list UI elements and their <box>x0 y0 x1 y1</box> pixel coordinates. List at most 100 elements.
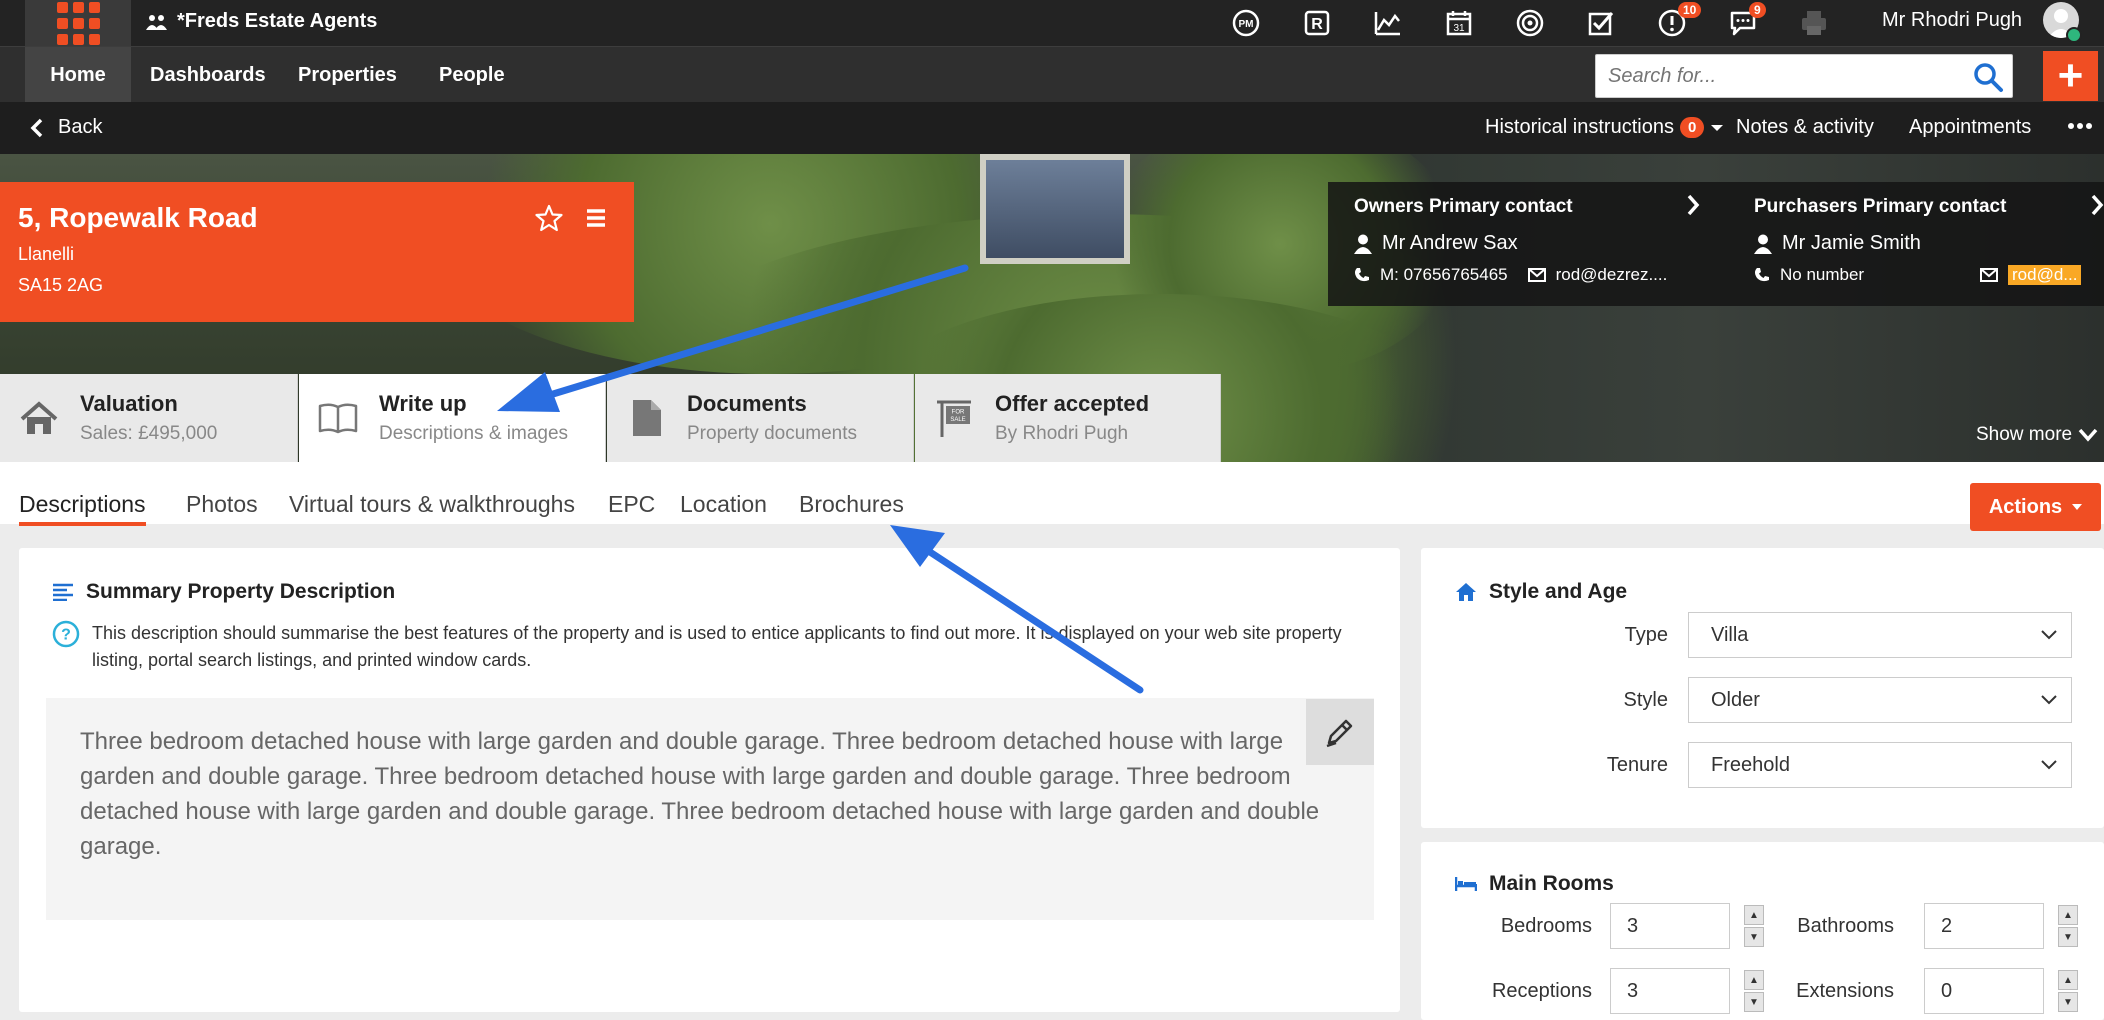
contacts-panel: Owners Primary contact Mr Andrew Sax M: … <box>1328 182 2104 306</box>
alerts-count-badge: 10 <box>1678 2 1702 18</box>
historical-instructions-link[interactable]: Historical instructions 0 <box>1485 116 1705 139</box>
owners-email[interactable]: rod@dezrez.... <box>1556 265 1668 285</box>
caret-down-icon <box>2072 504 2083 510</box>
increment-icon[interactable]: ▲ <box>1744 905 1764 925</box>
tasks-button[interactable] <box>1565 4 1636 42</box>
add-button[interactable]: + <box>2043 51 2098 101</box>
subtab-virtual-tours[interactable]: Virtual tours & walkthroughs <box>289 491 575 518</box>
messages-button[interactable]: 9 <box>1707 2 1778 42</box>
decrement-icon[interactable]: ▼ <box>1744 927 1764 947</box>
receptions-row: Receptions 3 ▲ ▼ <box>1420 968 1764 1014</box>
subtab-brochures[interactable]: Brochures <box>799 491 904 518</box>
style-age-heading: Style and Age <box>1455 580 1627 604</box>
extensions-input[interactable]: 0 <box>1924 968 2044 1014</box>
receptions-stepper: ▲ ▼ <box>1744 970 1764 1012</box>
increment-icon[interactable]: ▲ <box>2058 905 2078 925</box>
purchasers-contact: Purchasers Primary contact Mr Jamie Smit… <box>1754 196 2094 285</box>
pm-sync-icon: PM <box>1232 9 1259 37</box>
appointments-link[interactable]: Appointments <box>1909 116 2031 139</box>
pm-sync-button[interactable]: PM <box>1210 4 1281 42</box>
bathrooms-stepper: ▲ ▼ <box>2058 905 2078 947</box>
chevron-right-icon[interactable] <box>1686 194 1700 216</box>
print-button[interactable] <box>1778 4 1849 42</box>
email-icon <box>1527 268 1546 282</box>
tab-write-up[interactable]: Write up Descriptions & images <box>299 374 606 462</box>
style-label: Style <box>1623 688 1668 711</box>
chart-icon <box>1374 12 1400 36</box>
star-icon[interactable] <box>535 204 563 232</box>
tenure-select[interactable]: Freehold <box>1688 742 2072 788</box>
subtab-epc[interactable]: EPC <box>608 491 655 518</box>
style-age-title: Style and Age <box>1489 580 1628 603</box>
registered-button[interactable]: R <box>1281 4 1352 42</box>
help-icon[interactable]: ? <box>52 620 80 648</box>
type-label: Type <box>1624 623 1668 646</box>
svg-text:FOR: FOR <box>952 410 965 416</box>
summary-description-text[interactable]: Three bedroom detached house with large … <box>46 698 1374 920</box>
tab-documents-sub: Property documents <box>687 423 858 444</box>
purchasers-name-row[interactable]: Mr Jamie Smith <box>1754 232 2094 255</box>
subtab-descriptions[interactable]: Descriptions <box>19 491 146 526</box>
checkbox-icon <box>1588 12 1613 36</box>
apps-menu-button[interactable] <box>25 0 131 46</box>
show-more-button[interactable]: Show more <box>1976 424 2098 446</box>
purchasers-email[interactable]: rod@d... <box>2008 265 2082 285</box>
decrement-icon[interactable]: ▼ <box>2058 927 2078 947</box>
summary-heading: Summary Property Description <box>52 580 395 604</box>
actions-label: Actions <box>1988 495 2063 518</box>
nav-home[interactable]: Home <box>25 47 131 103</box>
increment-icon[interactable]: ▲ <box>1744 970 1764 990</box>
style-value: Older <box>1711 688 1760 711</box>
svg-text:?: ? <box>61 627 71 644</box>
receptions-input[interactable]: 3 <box>1610 968 1730 1014</box>
bedrooms-input[interactable]: 3 <box>1610 903 1730 949</box>
sub-tabs: Descriptions Photos Virtual tours & walk… <box>0 462 2104 526</box>
subtab-location[interactable]: Location <box>680 491 767 518</box>
tab-valuation-title: Valuation <box>80 391 178 416</box>
notes-activity-link[interactable]: Notes & activity <box>1710 116 1874 139</box>
nav-people[interactable]: People <box>439 47 505 103</box>
document-icon <box>633 400 661 436</box>
summary-help-text: This description should summarise the be… <box>92 623 1342 670</box>
phone-icon <box>1755 268 1769 282</box>
subtab-photos[interactable]: Photos <box>186 491 258 518</box>
user-name[interactable]: Mr Rhodri Pugh <box>1882 9 2022 32</box>
owners-contact: Owners Primary contact Mr Andrew Sax M: … <box>1354 196 1734 285</box>
actions-button[interactable]: Actions <box>1970 483 2101 531</box>
reports-button[interactable] <box>1352 4 1423 42</box>
email-icon <box>1980 268 1998 282</box>
owners-phone[interactable]: M: 07656765465 <box>1380 265 1508 285</box>
type-select[interactable]: Villa <box>1688 612 2072 658</box>
notes-label: Notes & activity <box>1736 116 1874 138</box>
search-input[interactable] <box>1596 55 1956 97</box>
search-icon[interactable] <box>1972 61 2004 93</box>
main-rooms-title: Main Rooms <box>1489 872 1614 895</box>
style-row: Style Older <box>1420 677 2072 723</box>
calendar-button[interactable]: 31 <box>1423 4 1494 42</box>
tab-offer-accepted[interactable]: FOR SALE Offer accepted By Rhodri Pugh <box>915 374 1221 462</box>
increment-icon[interactable]: ▲ <box>2058 970 2078 990</box>
nav-properties[interactable]: Properties <box>298 47 397 103</box>
tab-write-up-title: Write up <box>379 391 467 416</box>
edit-description-button[interactable] <box>1306 699 1374 765</box>
tab-valuation[interactable]: Valuation Sales: £495,000 <box>0 374 298 462</box>
menu-icon[interactable] <box>585 207 607 229</box>
tab-valuation-sub: Sales: £495,000 <box>80 423 218 444</box>
bathrooms-input[interactable]: 2 <box>1924 903 2044 949</box>
svg-text:R: R <box>1311 16 1323 33</box>
purchasers-heading: Purchasers Primary contact <box>1754 196 2007 217</box>
style-select[interactable]: Older <box>1688 677 2072 723</box>
back-button[interactable]: Back <box>30 116 102 139</box>
nav-dashboards[interactable]: Dashboards <box>150 47 266 103</box>
tab-documents-title: Documents <box>687 391 807 416</box>
alerts-button[interactable]: 10 <box>1636 2 1707 42</box>
owners-name-row[interactable]: Mr Andrew Sax <box>1354 232 1734 255</box>
decrement-icon[interactable]: ▼ <box>2058 992 2078 1012</box>
targets-button[interactable] <box>1494 4 1565 42</box>
chevron-left-icon <box>30 118 43 137</box>
tab-documents[interactable]: Documents Property documents <box>607 374 914 462</box>
decrement-icon[interactable]: ▼ <box>1744 992 1764 1012</box>
brand[interactable]: *Freds Estate Agents <box>145 10 377 33</box>
chevron-right-icon[interactable] <box>2090 194 2104 216</box>
more-options-button[interactable] <box>2068 114 2092 138</box>
